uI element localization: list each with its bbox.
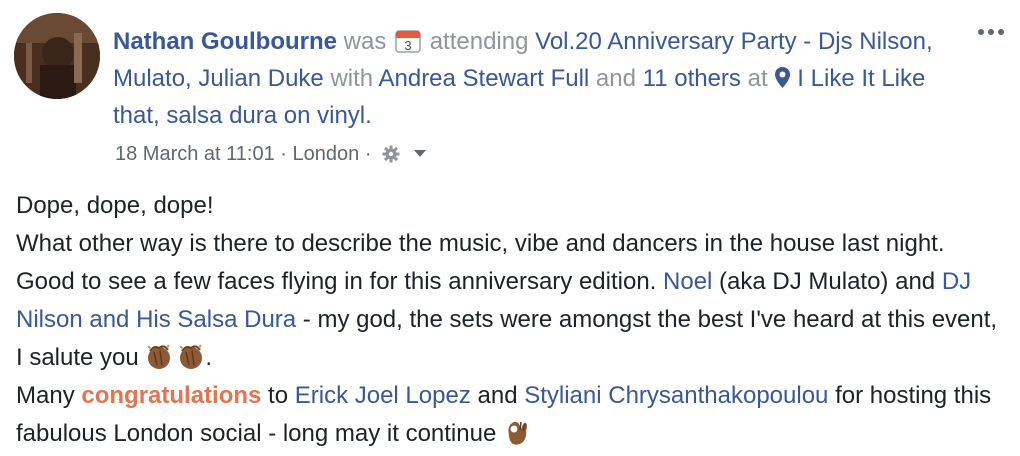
was-text: was [343,28,387,55]
clapping-hands-emoji [147,344,203,369]
chevron-down-icon[interactable] [413,149,427,159]
mention-erick-joel-lopez[interactable]: Erick Joel Lopez [295,382,471,409]
timestamp[interactable]: 18 March at 11:01 [115,143,275,165]
attending-text: attending [429,28,529,55]
more-options-icon[interactable] [975,22,1007,42]
gear-icon[interactable] [381,144,401,164]
meta-separator: · [364,143,372,165]
avatar-image [14,13,100,99]
post-body: Dope, dope, dope! What other way is ther… [16,187,1006,453]
calendar-day: 3 [404,38,411,53]
body-text: (aka DJ Mulato) and [712,268,942,295]
at-text: at [747,65,768,92]
friend-link[interactable]: Andrea Stewart Full [378,65,589,92]
ok-hand-emoji [508,421,527,445]
mention-noel[interactable]: Noel [663,268,712,295]
body-paragraph-2: What other way is there to describe the … [16,225,1006,377]
body-line-1: Dope, dope, dope! [16,192,214,219]
congratulations-highlight: congratulations [81,382,262,409]
body-text: Many [16,382,82,409]
author-name[interactable]: Nathan Goulbourne [113,28,337,55]
location-pin-icon [775,67,791,88]
post-meta: 18 March at 11:01 · London · [115,141,427,167]
body-text: and [470,382,525,409]
meta-separator: · [280,143,287,165]
body-paragraph-3: Many congratulations to Erick Joel Lopez… [16,377,1006,453]
and-text: and [595,65,636,92]
location-link[interactable]: London [293,143,360,165]
avatar[interactable] [14,13,100,99]
calendar-icon: 3 [395,30,421,53]
body-text: to [261,382,295,409]
post-header: Nathan Goulbourne was 3 attending Vol.20… [113,23,953,134]
mention-styliani[interactable]: Styliani Chrysanthakopoulou [524,382,828,409]
with-text: with [330,65,374,92]
body-text: . [205,344,213,371]
others-link[interactable]: 11 others [643,65,741,92]
